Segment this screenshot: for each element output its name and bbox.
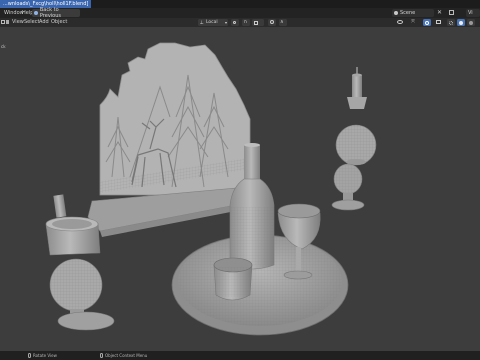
shading-material-button[interactable] (467, 19, 475, 26)
xray-toggle-icon[interactable] (436, 19, 441, 24)
pin-icon (34, 11, 38, 15)
status-rotate-view: Rotate View (28, 352, 57, 359)
editor-type-icon[interactable] (1, 20, 5, 24)
mouse-icon (100, 353, 103, 358)
back-to-previous-button[interactable]: Back to Previous (32, 7, 80, 19)
shading-wireframe-button[interactable] (447, 19, 455, 26)
chevron-down-icon: ▾ (224, 20, 227, 25)
pivot-icon (233, 20, 236, 24)
scene-selector[interactable]: Scene (392, 9, 434, 17)
falloff-dropdown[interactable]: ∧ (279, 19, 287, 26)
scene-icon (394, 11, 398, 15)
view-layer-selector[interactable]: Vi (466, 9, 480, 17)
forest-panel-model (87, 42, 251, 237)
material-sphere-icon (469, 20, 473, 25)
falloff-icon: ∧ (280, 19, 284, 25)
view-layer-label: Vi (468, 10, 473, 16)
snap-toggle[interactable]: ∩ (242, 19, 250, 26)
menu-view[interactable]: View (12, 19, 24, 26)
view-layer-icon (449, 10, 454, 15)
proportional-edit-toggle[interactable] (268, 19, 276, 26)
menu-select[interactable]: Select (24, 19, 39, 26)
transform-orientation-label: Local (206, 20, 218, 25)
menu-add[interactable]: Add (39, 19, 49, 26)
shading-solid-button[interactable] (457, 19, 465, 26)
right-candlestick-model (331, 67, 377, 211)
3d-viewport[interactable]: ck (0, 27, 480, 351)
scene-render (45, 42, 377, 336)
wireframe-sphere-icon (449, 20, 453, 25)
top-menu-bar: Window Help Back to Previous Scene ✕ Vi (0, 7, 480, 19)
scene-close-icon[interactable]: ✕ (437, 9, 442, 16)
status-bar: Rotate View Object Context Menu (0, 351, 480, 360)
cup-model (213, 257, 253, 301)
visibility-eye-icon[interactable] (397, 19, 403, 24)
status-object-context-menu: Object Context Menu (100, 352, 147, 359)
mouse-icon (28, 353, 31, 358)
orientation-icon: ⟂ (200, 20, 204, 26)
status-context-menu-label: Object Context Menu (105, 353, 148, 358)
pivot-point-button[interactable] (231, 19, 239, 26)
proportional-edit-icon (269, 20, 274, 24)
menu-object[interactable]: Object (51, 19, 67, 26)
scene-label: Scene (400, 10, 416, 16)
overlays-icon (425, 20, 429, 25)
status-rotate-view-label: Rotate View (33, 353, 57, 358)
solid-sphere-icon (459, 20, 463, 25)
transform-orientation-dropdown[interactable]: ⟂ Local ▾ (198, 19, 228, 26)
snap-grid-icon (254, 20, 258, 25)
viewport-header: View Select Add Object ⟂ Local ▾ ∩ ∧ ⤧ (0, 18, 480, 27)
overlays-toggle[interactable] (423, 19, 431, 26)
viewport-gizmo-icon[interactable]: ⤧ (411, 19, 415, 25)
snap-target-dropdown[interactable] (252, 19, 264, 26)
menu-window[interactable]: Window (4, 9, 24, 17)
magnet-icon: ∩ (243, 19, 248, 25)
object-mode-icon[interactable] (6, 20, 9, 24)
